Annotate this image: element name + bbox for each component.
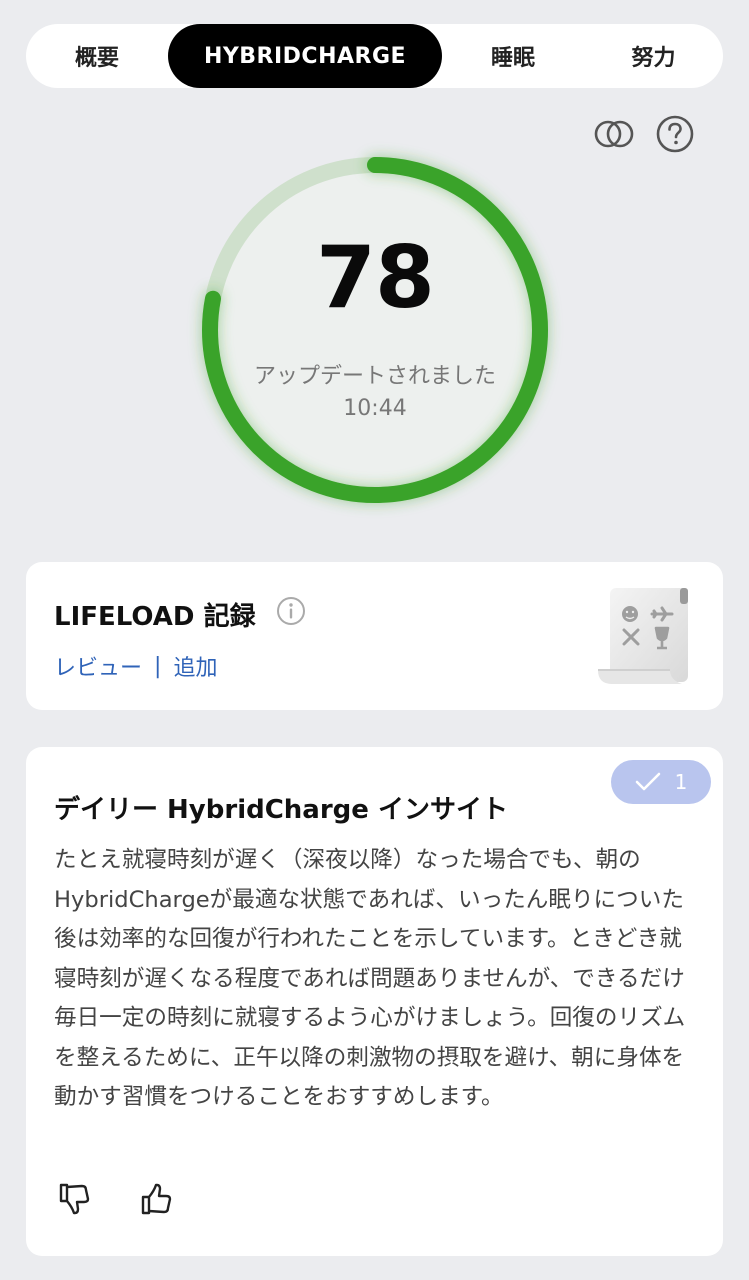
info-icon[interactable] (276, 596, 306, 626)
lifeload-title: LIFELOAD 記録 (54, 602, 256, 632)
thumbs-up-icon[interactable] (138, 1181, 174, 1217)
insight-body: たとえ就寝時刻が遅く（深夜以降）なった場合でも、朝のHybridChargeが最… (54, 847, 686, 1110)
thumbs-down-icon[interactable] (56, 1181, 92, 1217)
review-link[interactable]: レビュー (54, 650, 142, 682)
tab-overview[interactable]: 概要 (26, 24, 168, 88)
tab-bar: 概要 HYBRIDCHARGE 睡眠 努力 (26, 24, 723, 88)
lifeload-links: レビュー | 追加 (54, 650, 217, 682)
link-separator: | (154, 653, 162, 679)
check-icon (635, 772, 660, 791)
insight-card: 1 デイリー HybridCharge インサイト たとえ就寝時刻が遅く（深夜以… (26, 747, 723, 1256)
add-link[interactable]: 追加 (173, 650, 217, 682)
updated-time: 10:44 (343, 396, 407, 421)
check-count-badge[interactable]: 1 (611, 760, 711, 804)
hybridcharge-gauge: 78 アップデートされました 10:44 (185, 140, 565, 520)
badge-count: 1 (674, 770, 688, 794)
help-icon[interactable] (655, 114, 695, 154)
overlap-rings-icon[interactable] (594, 114, 634, 154)
lifeload-scroll-icon (592, 584, 698, 692)
tab-sleep[interactable]: 睡眠 (442, 24, 584, 88)
tab-hybridcharge[interactable]: HYBRIDCHARGE (168, 24, 442, 88)
tab-effort[interactable]: 努力 (584, 24, 723, 88)
score-value: 78 (316, 228, 435, 328)
lifeload-card: LIFELOAD 記録 レビュー | 追加 (26, 562, 723, 710)
updated-label: アップデートされました (253, 364, 496, 389)
insight-title: デイリー HybridCharge インサイト (54, 795, 508, 825)
